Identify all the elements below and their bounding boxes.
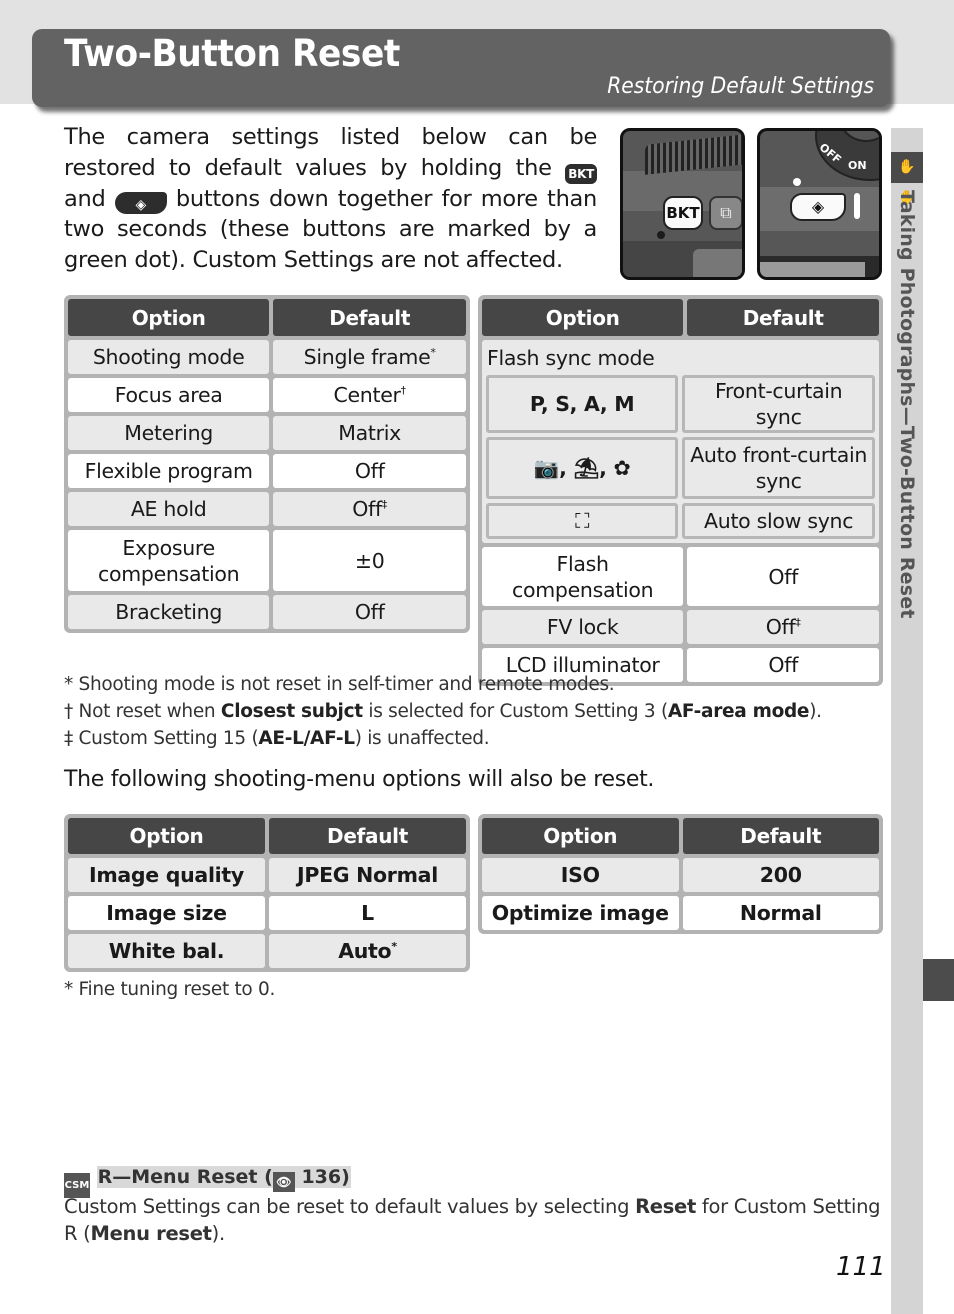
green-dot-marker (657, 231, 665, 239)
reset-table-left: Option Default Shooting mode Single fram… (64, 295, 470, 633)
page-number: 111 (836, 1252, 886, 1282)
bkt-button-illustration: BKT (663, 196, 703, 230)
column-header-default: Default (682, 818, 879, 854)
chapter-marker (923, 959, 954, 1001)
column-header-option: Option (68, 818, 265, 854)
page-reference-link[interactable]: 136 (301, 1166, 341, 1188)
table-row: Focus area Center† (68, 378, 466, 412)
table-row: Image quality JPEG Normal (68, 858, 466, 892)
table-row: White bal. Auto* (68, 934, 466, 968)
lead-text: The following shooting-menu options will… (64, 767, 655, 792)
table-row: Exposure compensation ±0 (68, 530, 466, 591)
two-hands-icon: ✋✋ (891, 152, 923, 206)
footnotes: * Shooting mode is not reset in self-tim… (64, 671, 822, 752)
bkt-button-icon: BKT (565, 163, 597, 184)
ae-button-icon: ◈ (114, 191, 167, 214)
fine-tuning-footnote: * Fine tuning reset to 0. (64, 979, 276, 1000)
command-dial (645, 133, 742, 175)
eye-reference-icon: 👁 (272, 1172, 295, 1192)
table-row: FV lock Off‡ (482, 610, 879, 644)
shooting-menu-table-right: Option Default ISO 200 Optimize image No… (478, 814, 883, 934)
table-row: Flexible program Off (68, 454, 466, 488)
ae-button-illustration: ◈ (790, 193, 846, 221)
table-row: Optimize image Normal (482, 896, 879, 930)
ae-button-photo: OFF ON ◈ (757, 128, 882, 280)
table-row: P, S, A, M Front-curtain sync (486, 375, 875, 433)
column-header-option: Option (68, 299, 270, 336)
column-header-default: Default (273, 299, 466, 336)
page-subtitle: Restoring Default Settings (607, 74, 874, 99)
intro-paragraph: The camera settings listed below can be … (64, 124, 597, 273)
footnote: * Shooting mode is not reset in self-tim… (64, 674, 615, 695)
drive-mode-icon: ⧉ (709, 196, 742, 230)
chapter-label: Taking Photographs—Two-Button Reset (896, 190, 918, 619)
column-header-default: Default (687, 299, 879, 336)
shooting-menu-table-left: Option Default Image quality JPEG Normal… (64, 814, 470, 972)
table-row: Bracketing Off (68, 595, 466, 629)
night-portrait-icon: ⛶ (486, 503, 679, 539)
footnote: † Not reset when Closest subjct is selec… (64, 701, 822, 722)
flash-sync-row: Flash sync mode P, S, A, M Front-curtain… (482, 340, 879, 543)
table-row: ISO 200 (482, 858, 879, 892)
column-header-option: Option (482, 818, 679, 854)
column-header-option: Option (482, 299, 684, 336)
table-row: AE hold Off‡ (68, 492, 466, 526)
green-dot-marker (793, 178, 801, 186)
table-row: Flash compensation Off (482, 547, 879, 606)
flash-sync-label: Flash sync mode (487, 346, 655, 370)
footnote: ‡ Custom Setting 15 (AE-L/AF-L) is unaff… (64, 728, 490, 749)
lcd-panel (760, 256, 879, 277)
scene-mode-icons: 📷, ⛱, ✿ (486, 437, 679, 499)
bkt-button-photo: BKT ⧉ (620, 128, 745, 280)
table-row: Shooting mode Single frame* (68, 340, 466, 374)
flash-sync-subtable: P, S, A, M Front-curtain sync 📷, ⛱, ✿ Au… (482, 371, 879, 543)
reset-table-right: Option Default Flash sync mode P, S, A, … (478, 295, 883, 686)
table-row: ⛶ Auto slow sync (486, 503, 875, 539)
page-title: Two-Button Reset (64, 32, 400, 75)
table-row: 📷, ⛱, ✿ Auto front-curtain sync (486, 437, 875, 499)
column-header-default: Default (269, 818, 466, 854)
table-row: Metering Matrix (68, 416, 466, 450)
table-row: Image size L (68, 896, 466, 930)
tip-body: Custom Settings can be reset to default … (64, 1195, 881, 1245)
